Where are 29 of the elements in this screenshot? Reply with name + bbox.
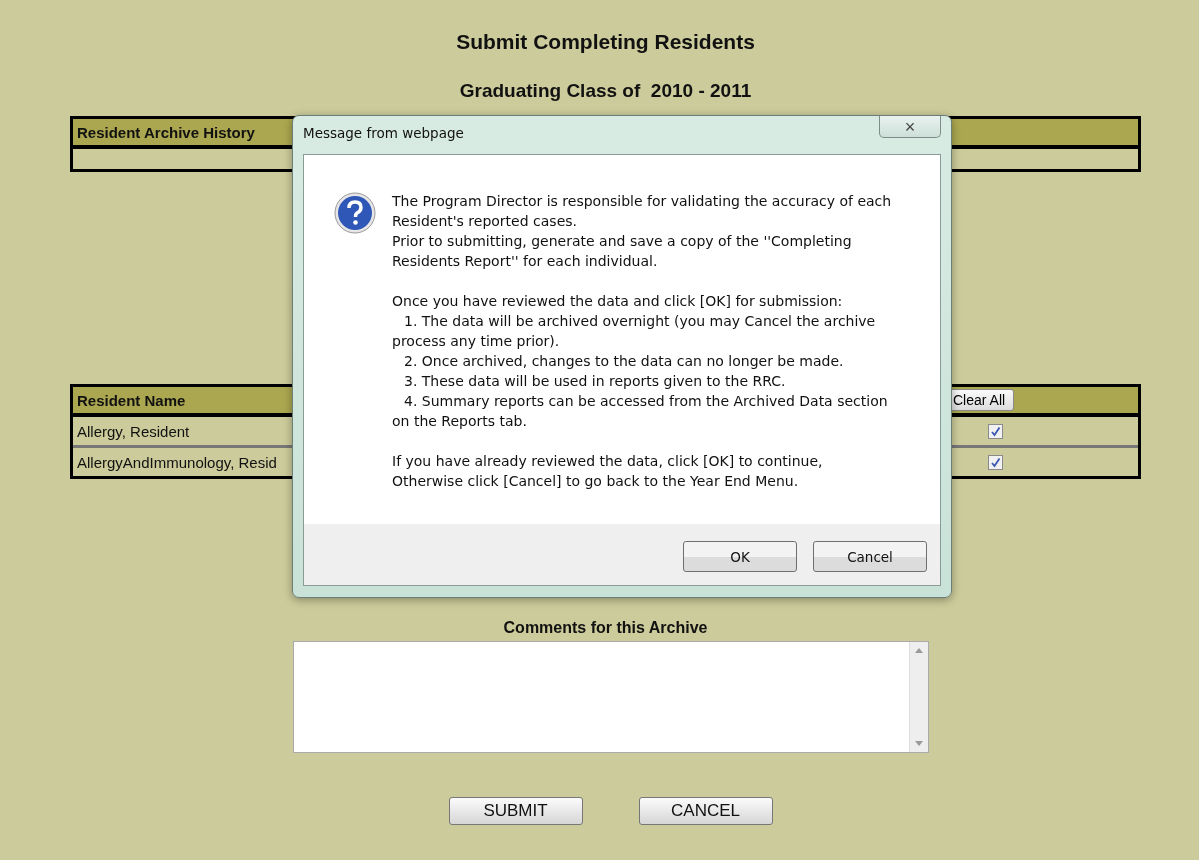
cancel-button[interactable]: CANCEL	[638, 797, 773, 825]
close-button[interactable]: ×	[879, 116, 941, 138]
message-text: Otherwise click [Cancel] to go back to the Year End Menu.	[392, 472, 800, 491]
list-item: 4. Summary reports can be accessed from the Archived Data section on the Reports tab.	[392, 392, 889, 431]
message-text: Prior to submitting, generate and save a copy of the ''Completing Residents Report'' for each individual.	[392, 232, 853, 271]
scroll-up-icon[interactable]	[914, 648, 923, 653]
message-text: If you have already reviewed the data, click [OK] to continue,	[392, 452, 824, 471]
scrollbar[interactable]	[908, 642, 928, 752]
resident-name: Allergy, Resident	[76, 422, 190, 440]
column-header: Resident Name	[76, 391, 186, 409]
message-text: Once you have reviewed the data and click [OK] for submission:	[392, 292, 844, 311]
ok-button[interactable]: OK	[683, 541, 797, 572]
list-item: 1. The data will be archived overnight (you may Cancel the archive process any time prior).	[392, 312, 877, 351]
dialog-title: Message from webpage	[303, 125, 464, 141]
page-subtitle: Graduating Class of 2010 - 2011	[458, 80, 753, 102]
submit-button[interactable]: SUBMIT	[448, 797, 583, 825]
checkbox[interactable]	[988, 423, 1003, 439]
scroll-down-icon[interactable]	[914, 741, 923, 746]
cancel-button[interactable]: Cancel	[813, 541, 927, 572]
comments-label: Comments for this Archive	[502, 619, 709, 637]
question-icon	[334, 192, 376, 234]
list-item: 3. These data will be used in reports given to the RRC.	[403, 372, 787, 391]
page-title: Submit Completing Residents	[455, 30, 756, 54]
column-header: Resident Archive History	[76, 123, 255, 141]
resident-name: AllergyAndImmunology, Resid	[76, 453, 277, 471]
checkbox[interactable]	[988, 454, 1003, 470]
comments-field[interactable]	[292, 641, 929, 753]
message-text: The Program Director is responsible for validating the accuracy of each Resident's reported cases.	[392, 192, 893, 231]
list-item: 2. Once archived, changes to the data can no longer be made.	[403, 352, 845, 371]
